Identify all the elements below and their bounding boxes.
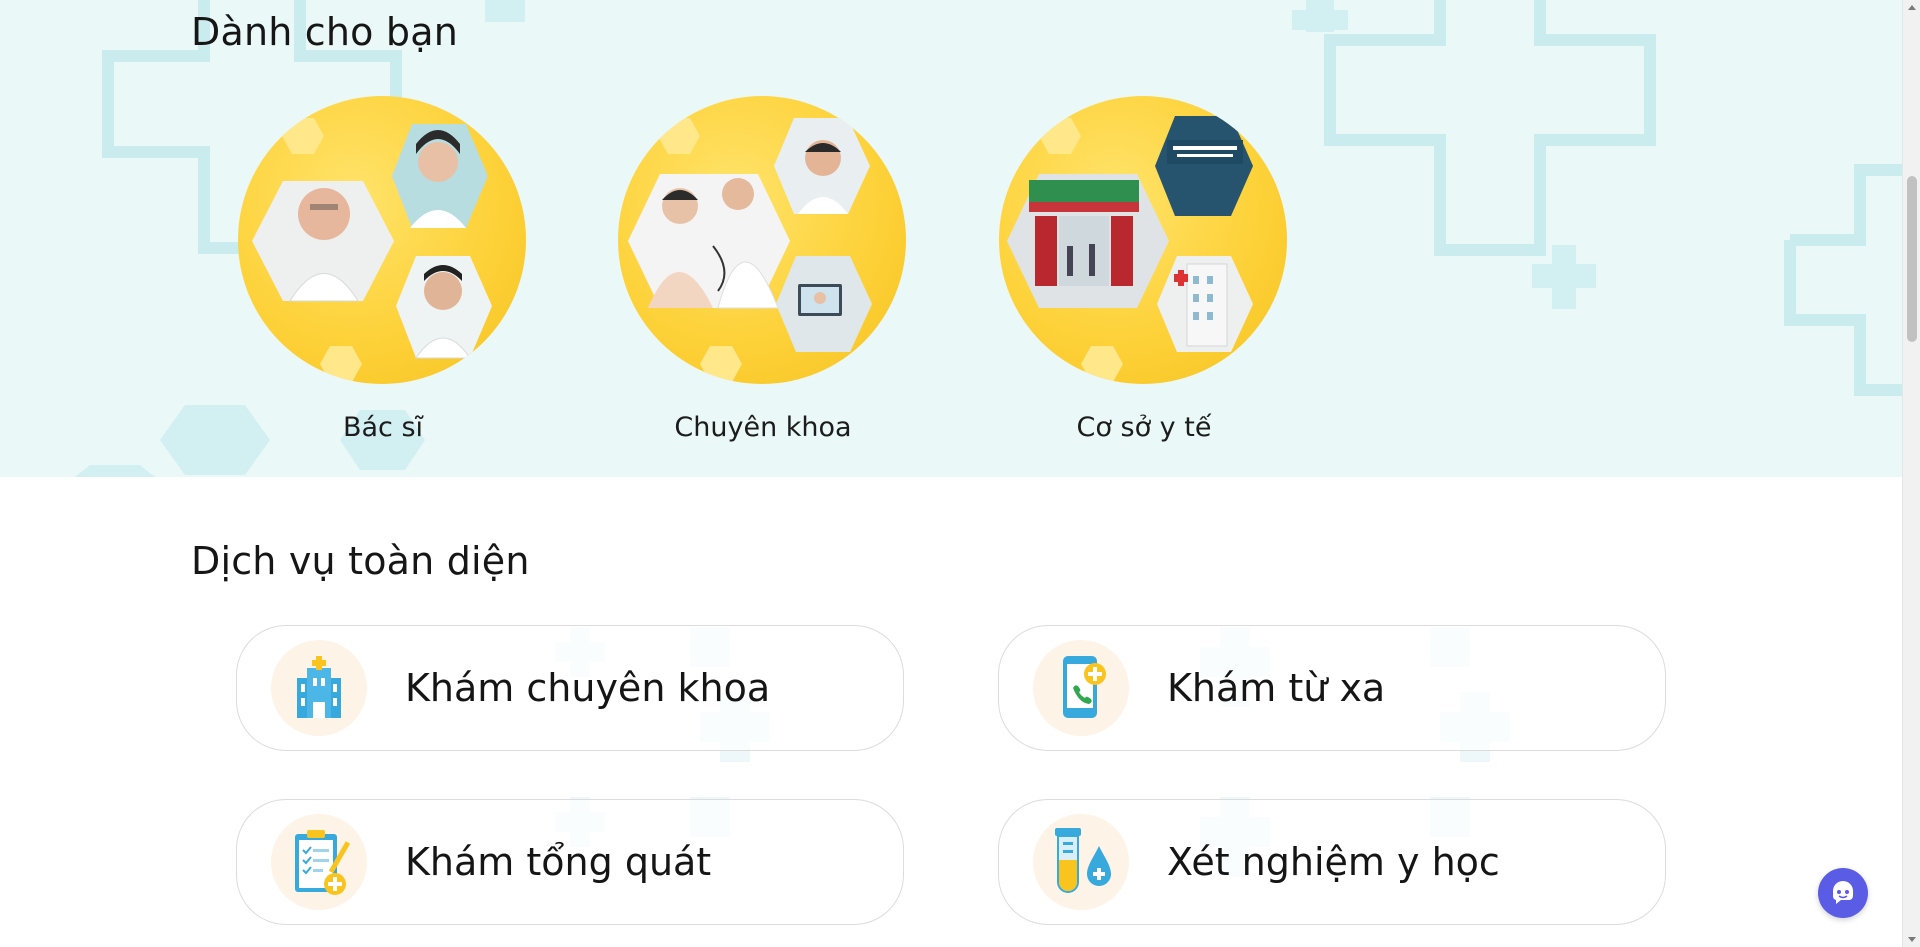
specialty-photo-collage[interactable] — [618, 96, 906, 384]
scroll-down-arrow-icon[interactable] — [1908, 937, 1916, 942]
service-remote-exam-label[interactable]: Khám từ xa — [1167, 666, 1385, 710]
phone-telehealth-icon — [1033, 640, 1129, 736]
services-title: Dịch vụ toàn diện — [191, 539, 530, 583]
service-general-exam-label[interactable]: Khám tổng quát — [405, 840, 711, 884]
for-you-title: Dành cho bạn — [191, 10, 458, 54]
service-remote-exam[interactable]: Khám từ xa — [998, 625, 1666, 751]
medical-facility-photo-collage[interactable] — [999, 96, 1287, 384]
card-doctors-label[interactable]: Bác sĩ — [238, 412, 528, 443]
card-doctors[interactable]: Bác sĩ — [238, 96, 528, 443]
card-specialties-label[interactable]: Chuyên khoa — [618, 412, 908, 443]
chat-bot-button[interactable] — [1818, 868, 1868, 918]
page-scrollbar[interactable] — [1902, 0, 1920, 947]
card-facilities-label[interactable]: Cơ sở y tế — [999, 412, 1289, 443]
service-specialty-exam-label[interactable]: Khám chuyên khoa — [405, 666, 770, 710]
doctors-photo-collage[interactable] — [238, 96, 526, 384]
scrollbar-thumb[interactable] — [1907, 176, 1917, 342]
test-tube-drop-icon — [1033, 814, 1129, 910]
hospital-building-icon — [271, 640, 367, 736]
chat-bot-icon — [1832, 881, 1853, 904]
card-facilities[interactable]: Cơ sở y tế — [999, 96, 1289, 443]
service-lab-test[interactable]: Xét nghiệm y học — [998, 799, 1666, 925]
for-you-section: Dành cho bạn Bác sĩ Chuyên khoa Cơ sở y … — [0, 0, 1902, 477]
service-lab-test-label[interactable]: Xét nghiệm y học — [1167, 840, 1500, 884]
clipboard-checklist-icon — [271, 814, 367, 910]
service-specialty-exam[interactable]: Khám chuyên khoa — [236, 625, 904, 751]
card-specialties[interactable]: Chuyên khoa — [618, 96, 908, 443]
services-section: Dịch vụ toàn diện Khám chuyên khoa Khám … — [0, 477, 1902, 947]
service-general-exam[interactable]: Khám tổng quát — [236, 799, 904, 925]
scroll-up-arrow-icon[interactable] — [1908, 5, 1916, 10]
